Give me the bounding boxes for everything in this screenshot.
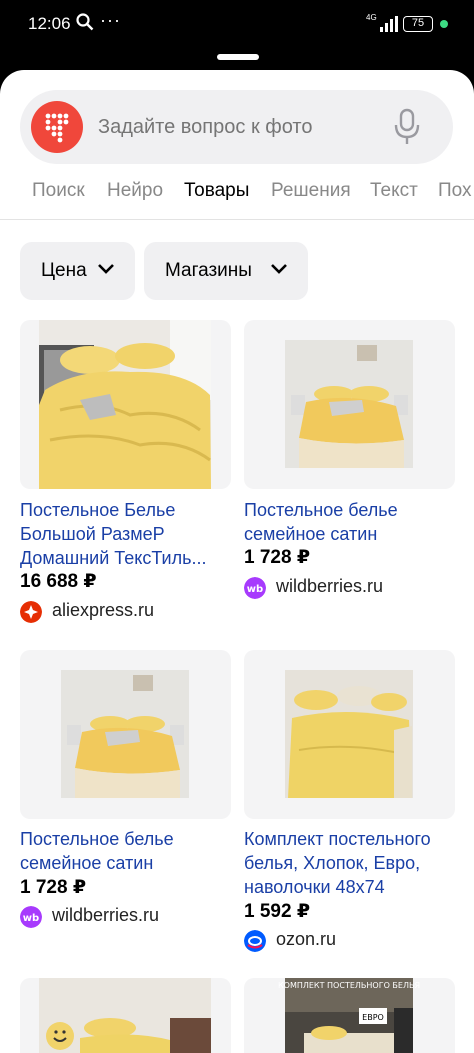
tabs-bar: Поиск Нейро Товары Решения Текст Пох [0, 180, 474, 220]
search-input[interactable] [98, 112, 378, 142]
product-price: 1 728 ₽ [20, 877, 87, 898]
sheet-drag-handle[interactable] [217, 54, 259, 60]
product-price: 16 688 ₽ [20, 571, 97, 592]
product-title[interactable]: Комплект постельного белья, Хлопок, Евро… [244, 827, 464, 899]
status-time: 12:06 [28, 14, 71, 33]
search-bar[interactable] [20, 90, 453, 164]
image-badge: ЕВРО [362, 1013, 384, 1022]
chevron-down-icon [98, 264, 114, 274]
product-title[interactable]: Постельное Белье Большой РазмеР Домашний… [20, 498, 240, 570]
microphone-icon[interactable] [392, 108, 422, 146]
network-label: 4G [366, 13, 377, 22]
wildberries-icon: wb [20, 906, 42, 928]
tab-text[interactable]: Текст [370, 180, 418, 202]
product-price: 1 728 ₽ [244, 547, 311, 568]
chevron-down-icon [271, 264, 287, 274]
bedding-photo: КОМПЛЕКТ ПОСТЕЛЬНОГО БЕЛЬЯ ЕВРО [278, 978, 420, 1053]
results-sheet: Поиск Нейро Товары Решения Текст Пох Цен… [0, 70, 474, 1053]
bedding-photo [39, 320, 211, 489]
battery-indicator: 75 [403, 16, 433, 32]
svg-text:wb: wb [247, 584, 263, 595]
bedding-photo [61, 670, 189, 798]
product-title[interactable]: Постельное белье семейное сатин [20, 827, 240, 875]
product-image[interactable] [244, 320, 455, 489]
more-icon: ··· [100, 10, 121, 30]
bedding-photo [285, 670, 413, 798]
aliexpress-icon [20, 601, 42, 623]
shop-name: wildberries.ru [52, 905, 160, 925]
shops-filter-label: Магазины [165, 260, 252, 281]
product-title[interactable]: Постельное белье семейное сатин [244, 498, 464, 546]
svg-text:wb: wb [23, 913, 39, 924]
product-image[interactable]: КОМПЛЕКТ ПОСТЕЛЬНОГО БЕЛЬЯ ЕВРО [244, 978, 455, 1053]
tab-solutions[interactable]: Решения [271, 180, 351, 202]
search-icon [76, 13, 94, 36]
image-caption: КОМПЛЕКТ ПОСТЕЛЬНОГО БЕЛЬЯ [278, 981, 420, 990]
product-image[interactable] [20, 650, 231, 819]
tab-neuro[interactable]: Нейро [107, 180, 163, 202]
product-image[interactable] [20, 320, 231, 489]
tab-similar[interactable]: Пох [438, 180, 472, 202]
signal-icon [380, 16, 398, 32]
product-image[interactable] [20, 978, 231, 1053]
status-bar: 12:06 ··· 4G 75 [0, 0, 474, 52]
tab-products[interactable]: Товары [184, 180, 249, 202]
price-filter-label: Цена [41, 260, 87, 281]
shop-name: ozon.ru [276, 929, 337, 949]
ozon-icon [244, 930, 266, 952]
product-image[interactable] [244, 650, 455, 819]
price-filter-button[interactable]: Цена [20, 242, 135, 300]
wildberries-icon: wb [244, 577, 266, 599]
shops-filter-button[interactable]: Магазины [144, 242, 308, 300]
product-price: 1 592 ₽ [244, 901, 311, 922]
bedding-photo [39, 978, 211, 1053]
shop-name: wildberries.ru [276, 576, 384, 596]
bedding-photo [285, 340, 413, 468]
tab-search[interactable]: Поиск [32, 180, 85, 202]
shop-name: aliexpress.ru [52, 600, 155, 620]
privacy-dot-icon [440, 20, 448, 28]
yandex-logo-icon[interactable] [31, 101, 83, 153]
tabs-divider [0, 219, 474, 220]
